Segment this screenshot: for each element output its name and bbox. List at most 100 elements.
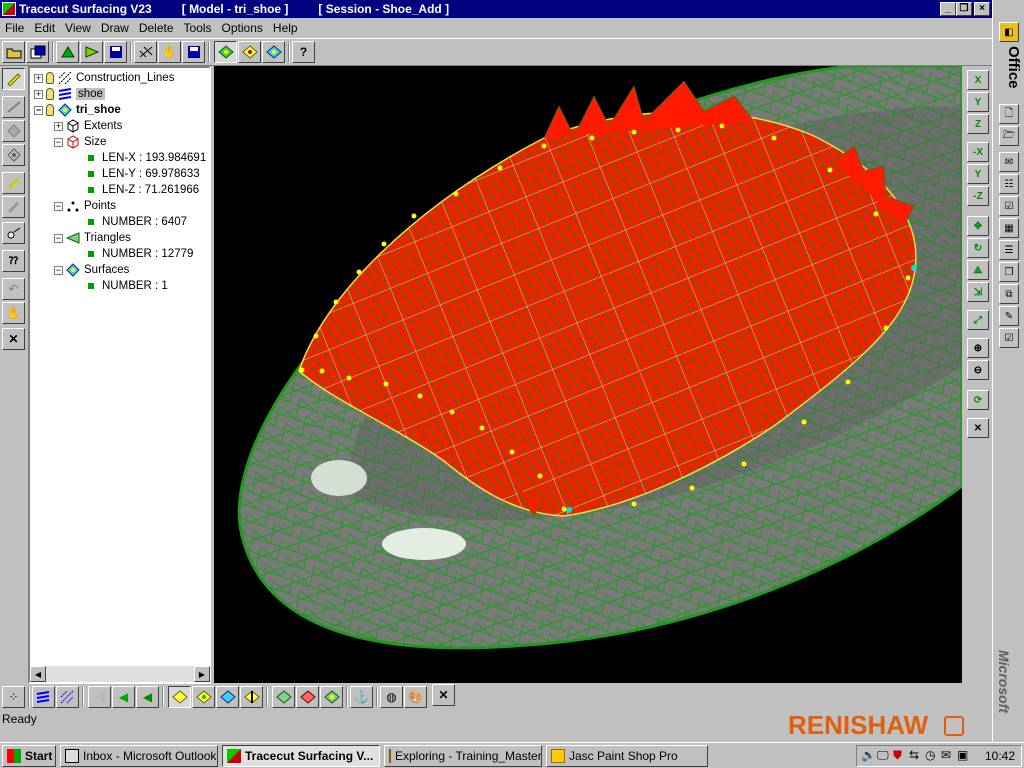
volume-icon[interactable]: 🔈	[861, 748, 876, 762]
checklist-icon[interactable]: ☑	[999, 328, 1019, 348]
node-tool-icon[interactable]	[2, 222, 25, 244]
iso-view-icon[interactable]: ⟁	[967, 260, 989, 280]
tree-item-points-number[interactable]: NUMBER : 6407	[84, 214, 187, 230]
network-icon[interactable]: ⇆	[909, 748, 919, 762]
bulb-icon[interactable]	[46, 72, 54, 84]
surface-a-icon[interactable]	[168, 686, 191, 708]
patch-mix-icon[interactable]	[320, 686, 343, 708]
bulb-icon[interactable]	[46, 88, 54, 100]
rotate-icon[interactable]: ✥	[967, 216, 989, 236]
bulb-icon[interactable]	[46, 104, 54, 116]
view-neg-y-button[interactable]: Y	[967, 164, 989, 184]
tree-item-len-y[interactable]: LEN-Y : 69.978633	[84, 166, 200, 182]
collapse-icon[interactable]: −	[54, 137, 63, 147]
menu-view[interactable]: View	[60, 21, 96, 35]
surface-edit-icon[interactable]	[238, 41, 261, 63]
expand-icon[interactable]: +	[54, 121, 63, 131]
expand-icon[interactable]: +	[34, 89, 43, 99]
tree-item-triangles[interactable]: − Triangles	[54, 230, 131, 246]
tree-item-len-z[interactable]: LEN-Z : 71.261966	[84, 182, 199, 198]
save-mesh-icon[interactable]	[104, 41, 127, 63]
view-neg-z-button[interactable]: -Z	[967, 186, 989, 206]
scroll-left-icon[interactable]: ◀	[30, 666, 46, 682]
menu-help[interactable]: Help	[268, 21, 303, 35]
tasks-icon[interactable]: ☑	[999, 196, 1019, 216]
tree-item-tri-shoe[interactable]: − tri_shoe	[34, 102, 121, 118]
pencil-tool-icon[interactable]	[2, 68, 25, 90]
close-icon[interactable]: ×	[974, 2, 990, 16]
contacts-icon[interactable]: ☷	[999, 174, 1019, 194]
pan-hand-icon[interactable]: ✋	[158, 41, 181, 63]
new-document-icon[interactable]: 🗋	[999, 104, 1019, 124]
tree-item-construction-lines[interactable]: + Construction_Lines	[34, 70, 174, 86]
shoe-mesh-render[interactable]	[214, 66, 962, 683]
zoom-in-icon[interactable]: ⊕	[967, 338, 989, 358]
menu-draw[interactable]: Draw	[96, 21, 134, 35]
query-tool-icon[interactable]: ⁇	[2, 250, 25, 272]
outlook-icon[interactable]: ✉	[999, 152, 1019, 172]
windows-icon[interactable]	[26, 41, 49, 63]
close-bottom-toolbar-icon[interactable]: ✕	[432, 684, 455, 706]
app-icon[interactable]	[2, 2, 16, 16]
task-outlook[interactable]: Inbox - Microsoft Outlook	[60, 745, 218, 767]
scheduler-icon[interactable]: ◷	[925, 748, 935, 762]
shortcut-icon[interactable]: ⧉	[999, 284, 1019, 304]
surface-b-icon[interactable]	[192, 686, 215, 708]
rotate-axis-icon[interactable]: ↻	[967, 238, 989, 258]
view-x-button[interactable]: X	[967, 70, 989, 90]
patch-red-icon[interactable]	[296, 686, 319, 708]
mesh-tool-icon[interactable]	[80, 41, 103, 63]
menu-options[interactable]: Options	[217, 21, 268, 35]
modem-icon[interactable]: ▣	[957, 748, 968, 762]
brush-tool-icon[interactable]	[2, 172, 25, 194]
mesh-load-icon[interactable]	[56, 41, 79, 63]
refresh-icon[interactable]: ⟳	[967, 390, 989, 410]
tree-item-surfaces[interactable]: − Surfaces	[54, 262, 129, 278]
start-button[interactable]: Start	[2, 745, 56, 767]
snap-grid-icon[interactable]: ⁘	[2, 686, 25, 708]
antivirus-icon[interactable]: ⛊	[893, 748, 902, 763]
point-tool-icon[interactable]	[2, 144, 25, 166]
tree-horizontal-scrollbar[interactable]: ◀ ▶	[30, 666, 210, 682]
scroll-right-icon[interactable]: ▶	[194, 666, 210, 682]
tree-item-shoe[interactable]: + shoe	[34, 86, 105, 102]
triangle-dark-icon[interactable]: ◀	[136, 686, 159, 708]
globe-icon[interactable]: ◍	[380, 686, 403, 708]
patch-green-icon[interactable]	[272, 686, 295, 708]
tree-item-triangles-number[interactable]: NUMBER : 12779	[84, 246, 193, 262]
layers-dashed-icon[interactable]	[56, 686, 79, 708]
triangle-green-icon[interactable]: ◀	[112, 686, 135, 708]
view-z-button[interactable]: Z	[967, 114, 989, 134]
collapse-icon[interactable]: −	[54, 201, 63, 211]
collapse-icon[interactable]: −	[54, 233, 63, 243]
surface-fit-icon[interactable]	[262, 41, 285, 63]
notes-icon[interactable]: ✎	[999, 306, 1019, 326]
open-file-icon[interactable]	[2, 41, 25, 63]
task-explorer[interactable]: Exploring - Training_Master	[384, 745, 542, 767]
help-icon[interactable]: ?	[292, 41, 315, 63]
view-y-button[interactable]: Y	[967, 92, 989, 112]
monitor-icon[interactable]: 🖵	[877, 748, 889, 763]
close-panel-icon[interactable]: ✕	[2, 328, 25, 350]
erase-tool-icon[interactable]	[2, 196, 25, 218]
menu-tools[interactable]: Tools	[179, 21, 217, 35]
3d-viewport[interactable]	[214, 66, 962, 683]
restore-icon[interactable]: ❐	[956, 2, 972, 16]
save-icon[interactable]	[182, 41, 205, 63]
diamond-tool-icon[interactable]	[2, 120, 25, 142]
close-toolbar-icon[interactable]: ✕	[967, 418, 989, 438]
fit-view-icon[interactable]: ⤢	[967, 310, 989, 330]
wireframe-icon[interactable]	[134, 41, 157, 63]
task-tracecut[interactable]: Tracecut Surfacing V...	[222, 745, 380, 767]
expand-icon[interactable]: +	[34, 73, 43, 83]
collapse-icon[interactable]: −	[34, 105, 43, 115]
surface-c-icon[interactable]	[216, 686, 239, 708]
surface-select-icon[interactable]	[214, 41, 237, 63]
journal-icon[interactable]: ❐	[999, 262, 1019, 282]
zoom-out-icon[interactable]: ⊖	[967, 360, 989, 380]
tree-item-points[interactable]: − Points	[54, 198, 116, 214]
render-icon[interactable]: 🎨	[404, 686, 427, 708]
mail-icon[interactable]: ✉	[941, 748, 951, 762]
triangle-gray-icon[interactable]: ◁	[88, 686, 111, 708]
undo-icon[interactable]: ↶	[2, 278, 25, 300]
